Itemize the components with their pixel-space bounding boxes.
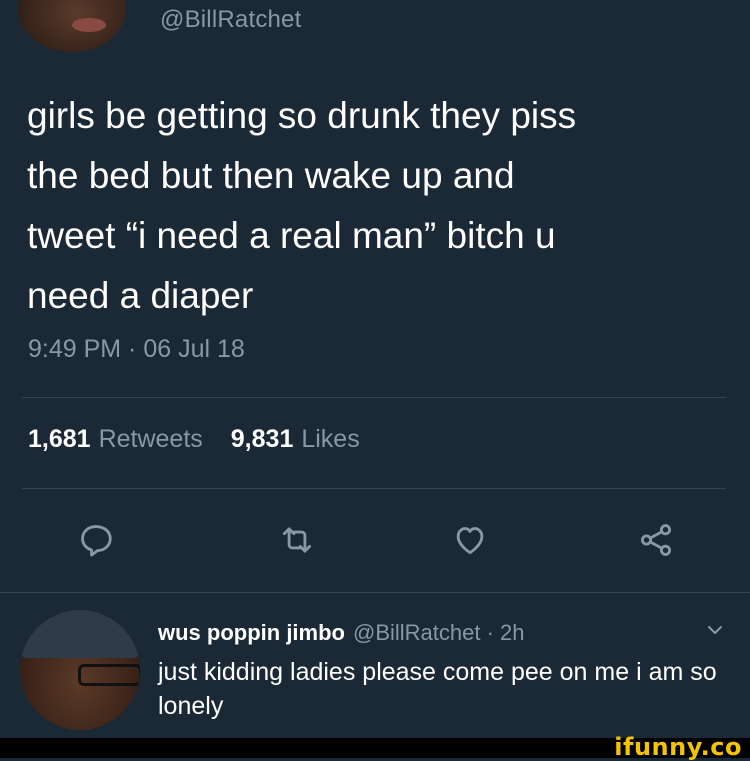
share-icon [640, 524, 672, 556]
reply-button[interactable] [76, 520, 116, 560]
reply-icon [81, 525, 112, 557]
likes-count: 9,831 [230, 425, 294, 453]
retweets-stat[interactable]: 1,681 Retweets [28, 425, 203, 454]
likes-label: Likes [301, 425, 360, 453]
divider [0, 592, 750, 593]
likes-stat[interactable]: 9,831 Likes [231, 425, 360, 454]
retweets-count: 1,681 [28, 425, 91, 453]
ifunny-watermark: ifunny.co [614, 733, 742, 761]
tweet-stats: 1,681 Retweets 9,831 Likes [28, 425, 360, 454]
retweet-icon [282, 527, 312, 553]
share-button[interactable] [636, 520, 676, 560]
author-handle[interactable]: @BillRatchet [160, 6, 301, 34]
reply-header: wus poppin jimbo @BillRatchet · 2h [158, 620, 525, 646]
reply-author-avatar[interactable] [20, 610, 140, 730]
retweet-button[interactable] [277, 520, 317, 560]
reply-text: just kidding ladies please come pee on m… [158, 658, 717, 720]
divider [22, 397, 726, 398]
divider [22, 488, 726, 489]
tweet-text: girls be getting so drunk they piss the … [27, 95, 577, 316]
retweets-label: Retweets [98, 425, 203, 453]
chevron-down-icon[interactable] [703, 618, 727, 642]
author-avatar[interactable] [18, 0, 126, 52]
reply-author-name[interactable]: wus poppin jimbo [158, 620, 345, 646]
reply-handle-time[interactable]: @BillRatchet · 2h [353, 620, 525, 646]
tweet-timestamp[interactable]: 9:49 PM · 06 Jul 18 [28, 335, 245, 364]
heart-icon [456, 527, 484, 555]
like-button[interactable] [450, 520, 490, 560]
